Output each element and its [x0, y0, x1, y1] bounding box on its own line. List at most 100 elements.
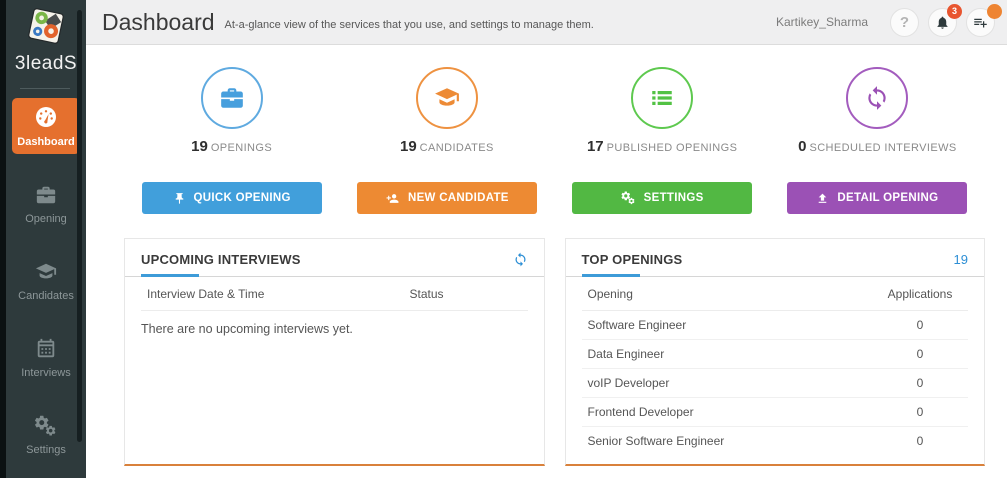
brand-name: 3leadS — [6, 53, 86, 75]
opening-name: Data Engineer — [588, 347, 873, 361]
openings-table: Opening Applications Software Engineer 0… — [566, 277, 985, 455]
table-row[interactable]: Frontend Developer 0 — [582, 398, 969, 427]
stat-candidates: 19CANDIDATES — [339, 67, 554, 155]
detail-opening-button[interactable]: DETAIL OPENING — [787, 182, 967, 214]
bell-icon — [935, 15, 950, 30]
total-openings-link[interactable]: 19 — [954, 252, 968, 267]
sidebar: 3leadS Dashboard — [0, 0, 86, 478]
column-header-datetime: Interview Date & Time — [147, 287, 410, 301]
stat-label: PUBLISHED OPENINGS — [607, 142, 738, 154]
button-label: SETTINGS — [644, 192, 704, 204]
dashboard-content: 19OPENINGS 19CANDIDATES — [86, 45, 1007, 478]
graduation-cap-icon — [34, 270, 58, 287]
stat-published-openings: 17PUBLISHED OPENINGS — [555, 67, 770, 155]
username-label[interactable]: Kartikey_Sharma — [776, 15, 868, 29]
applications-count: 0 — [872, 376, 968, 390]
notifications-button[interactable]: 3 — [928, 8, 957, 37]
refresh-icon — [513, 252, 528, 267]
stat-value: 0 — [798, 138, 806, 155]
sidebar-item-settings[interactable]: Settings — [12, 408, 80, 462]
briefcase-icon — [35, 193, 57, 210]
quick-add-button[interactable] — [966, 8, 995, 37]
applications-count: 0 — [872, 434, 968, 448]
sidebar-item-candidates[interactable]: Candidates — [12, 254, 80, 308]
stat-value: 19 — [191, 138, 208, 155]
app-logo[interactable]: 3leadS — [6, 5, 86, 75]
column-header-opening: Opening — [588, 287, 873, 301]
top-openings-header: TOP OPENINGS 19 — [566, 239, 985, 277]
list-icon — [649, 85, 675, 111]
stat-value: 17 — [587, 138, 604, 155]
briefcase-icon — [219, 85, 245, 111]
table-row[interactable]: Data Engineer 0 — [582, 340, 969, 369]
stat-caption: 19CANDIDATES — [400, 138, 494, 155]
stat-circle-openings[interactable] — [201, 67, 263, 129]
person-add-icon — [385, 192, 400, 205]
stat-caption: 0SCHEDULED INTERVIEWS — [798, 138, 957, 155]
stat-label: CANDIDATES — [420, 142, 494, 154]
stat-circle-published[interactable] — [631, 67, 693, 129]
header-bar: Dashboard At-a-glance view of the servic… — [86, 0, 1007, 45]
gears-icon — [621, 191, 636, 205]
sidebar-nav: Dashboard Opening Candidates — [6, 98, 86, 478]
top-openings-panel: TOP OPENINGS 19 Opening Applications Sof… — [565, 238, 986, 466]
notification-count-badge: 3 — [947, 4, 962, 19]
stat-value: 19 — [400, 138, 417, 155]
sidebar-item-opening[interactable]: Opening — [12, 177, 80, 231]
applications-count: 0 — [872, 347, 968, 361]
applications-count: 0 — [872, 405, 968, 419]
upcoming-interviews-header: UPCOMING INTERVIEWS — [125, 239, 544, 277]
upcoming-interviews-panel: UPCOMING INTERVIEWS Interview Date & Tim… — [124, 238, 545, 466]
panel-title: UPCOMING INTERVIEWS — [141, 252, 301, 267]
help-button[interactable]: ? — [890, 8, 919, 37]
sidebar-item-label: Dashboard — [12, 136, 80, 148]
quick-opening-button[interactable]: QUICK OPENING — [142, 182, 322, 214]
gauge-icon — [34, 116, 58, 133]
table-row[interactable]: voIP Developer 0 — [582, 369, 969, 398]
actions-row: QUICK OPENING NEW CANDIDATE — [124, 182, 985, 214]
sidebar-scrollbar[interactable] — [77, 10, 82, 442]
opening-name: Frontend Developer — [588, 405, 873, 419]
sidebar-item-label: Settings — [12, 444, 80, 456]
stats-row: 19OPENINGS 19CANDIDATES — [124, 67, 985, 155]
question-mark-icon: ? — [900, 14, 909, 31]
page-subtitle: At-a-glance view of the services that yo… — [225, 19, 594, 31]
sync-icon — [864, 85, 890, 111]
new-candidate-button[interactable]: NEW CANDIDATE — [357, 182, 537, 214]
panel-title: TOP OPENINGS — [582, 252, 683, 267]
sidebar-item-dashboard[interactable]: Dashboard — [12, 98, 80, 154]
stat-circle-candidates[interactable] — [416, 67, 478, 129]
empty-state-message: There are no upcoming interviews yet. — [141, 311, 528, 336]
pin-icon — [173, 192, 186, 205]
stat-scheduled-interviews: 0SCHEDULED INTERVIEWS — [770, 67, 985, 155]
sidebar-item-interviews[interactable]: Interviews — [12, 331, 80, 385]
column-header-applications: Applications — [872, 287, 968, 301]
panels-row: UPCOMING INTERVIEWS Interview Date & Tim… — [124, 238, 985, 466]
logo-gears-image — [25, 5, 67, 47]
page-title: Dashboard — [102, 9, 215, 36]
opening-name: Senior Software Engineer — [588, 434, 873, 448]
button-label: NEW CANDIDATE — [408, 192, 509, 204]
table-header-row: Opening Applications — [582, 277, 969, 311]
graduation-cap-icon — [433, 85, 461, 111]
table-header-row: Interview Date & Time Status — [141, 277, 528, 311]
opening-name: Software Engineer — [588, 318, 873, 332]
stat-openings: 19OPENINGS — [124, 67, 339, 155]
sidebar-item-label: Interviews — [12, 367, 80, 379]
calendar-icon — [35, 347, 57, 364]
settings-button[interactable]: SETTINGS — [572, 182, 752, 214]
opening-name: voIP Developer — [588, 376, 873, 390]
stat-circle-scheduled[interactable] — [846, 67, 908, 129]
applications-count: 0 — [872, 318, 968, 332]
stat-label: SCHEDULED INTERVIEWS — [809, 142, 956, 154]
sidebar-item-label: Candidates — [12, 290, 80, 302]
table-row[interactable]: Senior Software Engineer 0 — [582, 427, 969, 455]
stat-caption: 19OPENINGS — [191, 138, 272, 155]
column-header-status: Status — [410, 287, 528, 301]
app-window: 3leadS Dashboard — [0, 0, 1007, 478]
main-area: Dashboard At-a-glance view of the servic… — [86, 0, 1007, 478]
button-label: QUICK OPENING — [194, 192, 291, 204]
refresh-button[interactable] — [513, 252, 528, 267]
table-row[interactable]: Software Engineer 0 — [582, 311, 969, 340]
stat-label: OPENINGS — [211, 142, 272, 154]
